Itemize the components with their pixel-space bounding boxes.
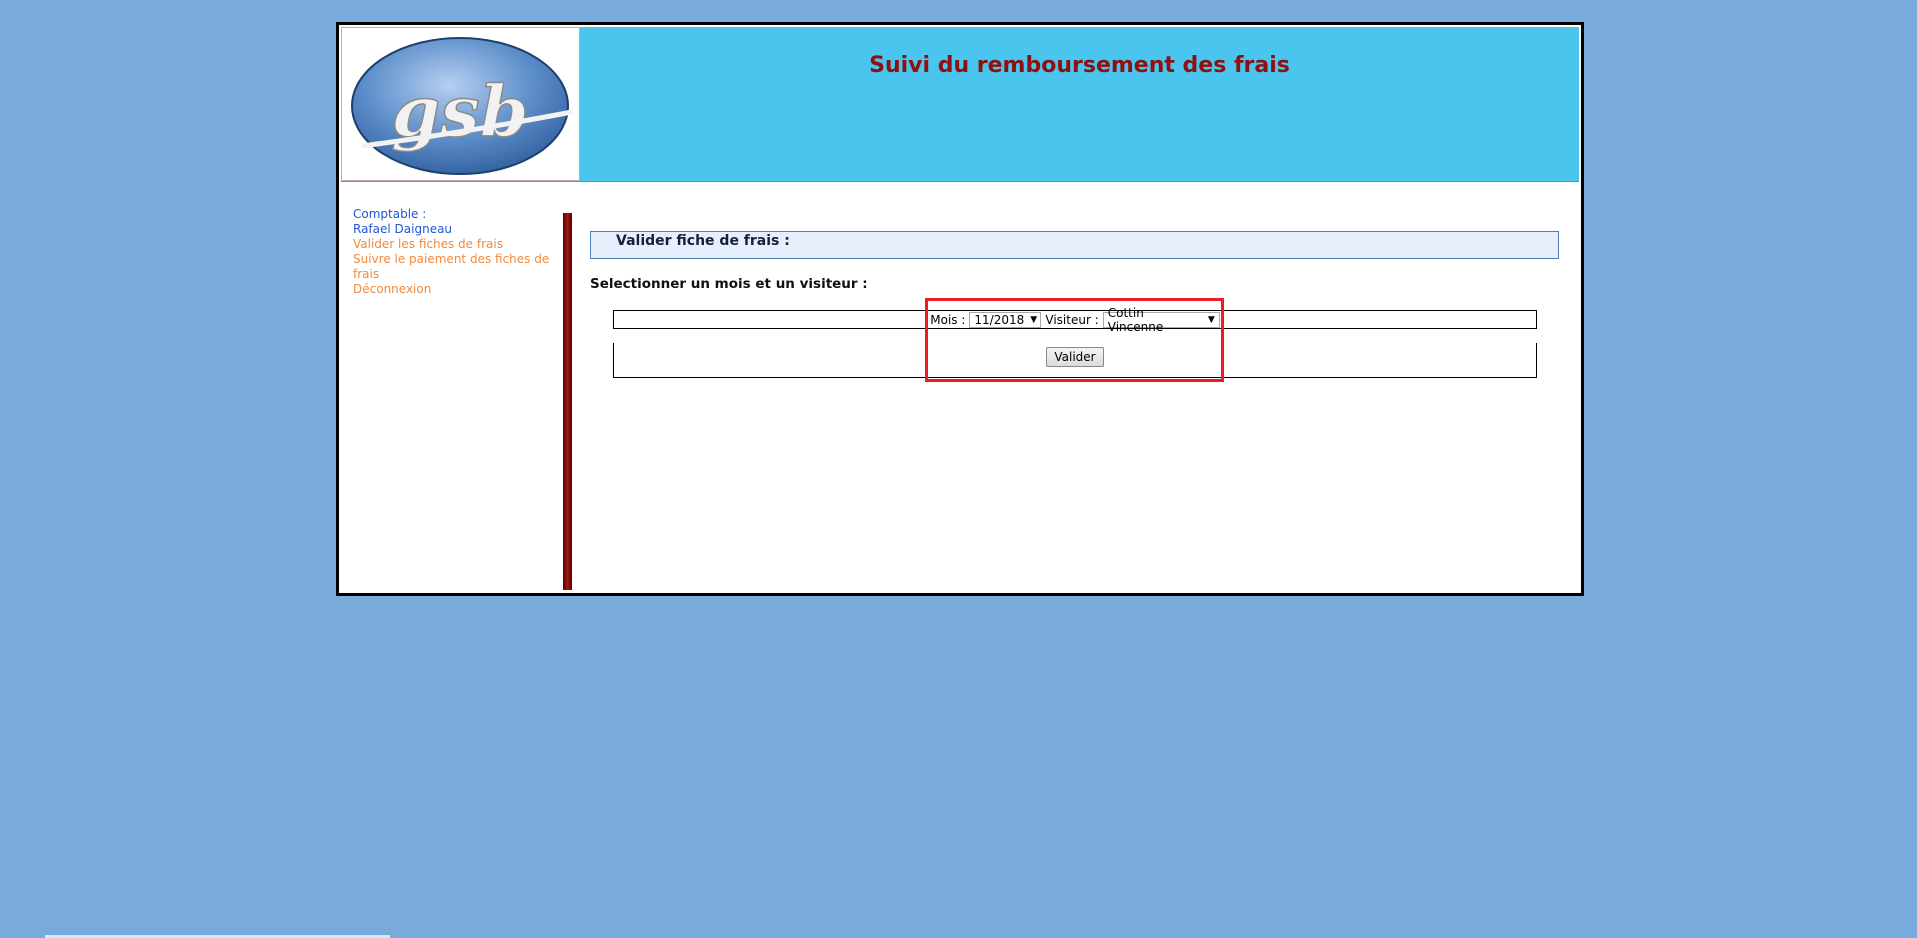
highlight-box	[925, 298, 1224, 382]
section-title: Valider fiche de frais :	[590, 231, 1559, 259]
selection-prompt: Selectionner un mois et un visiteur :	[590, 276, 868, 292]
